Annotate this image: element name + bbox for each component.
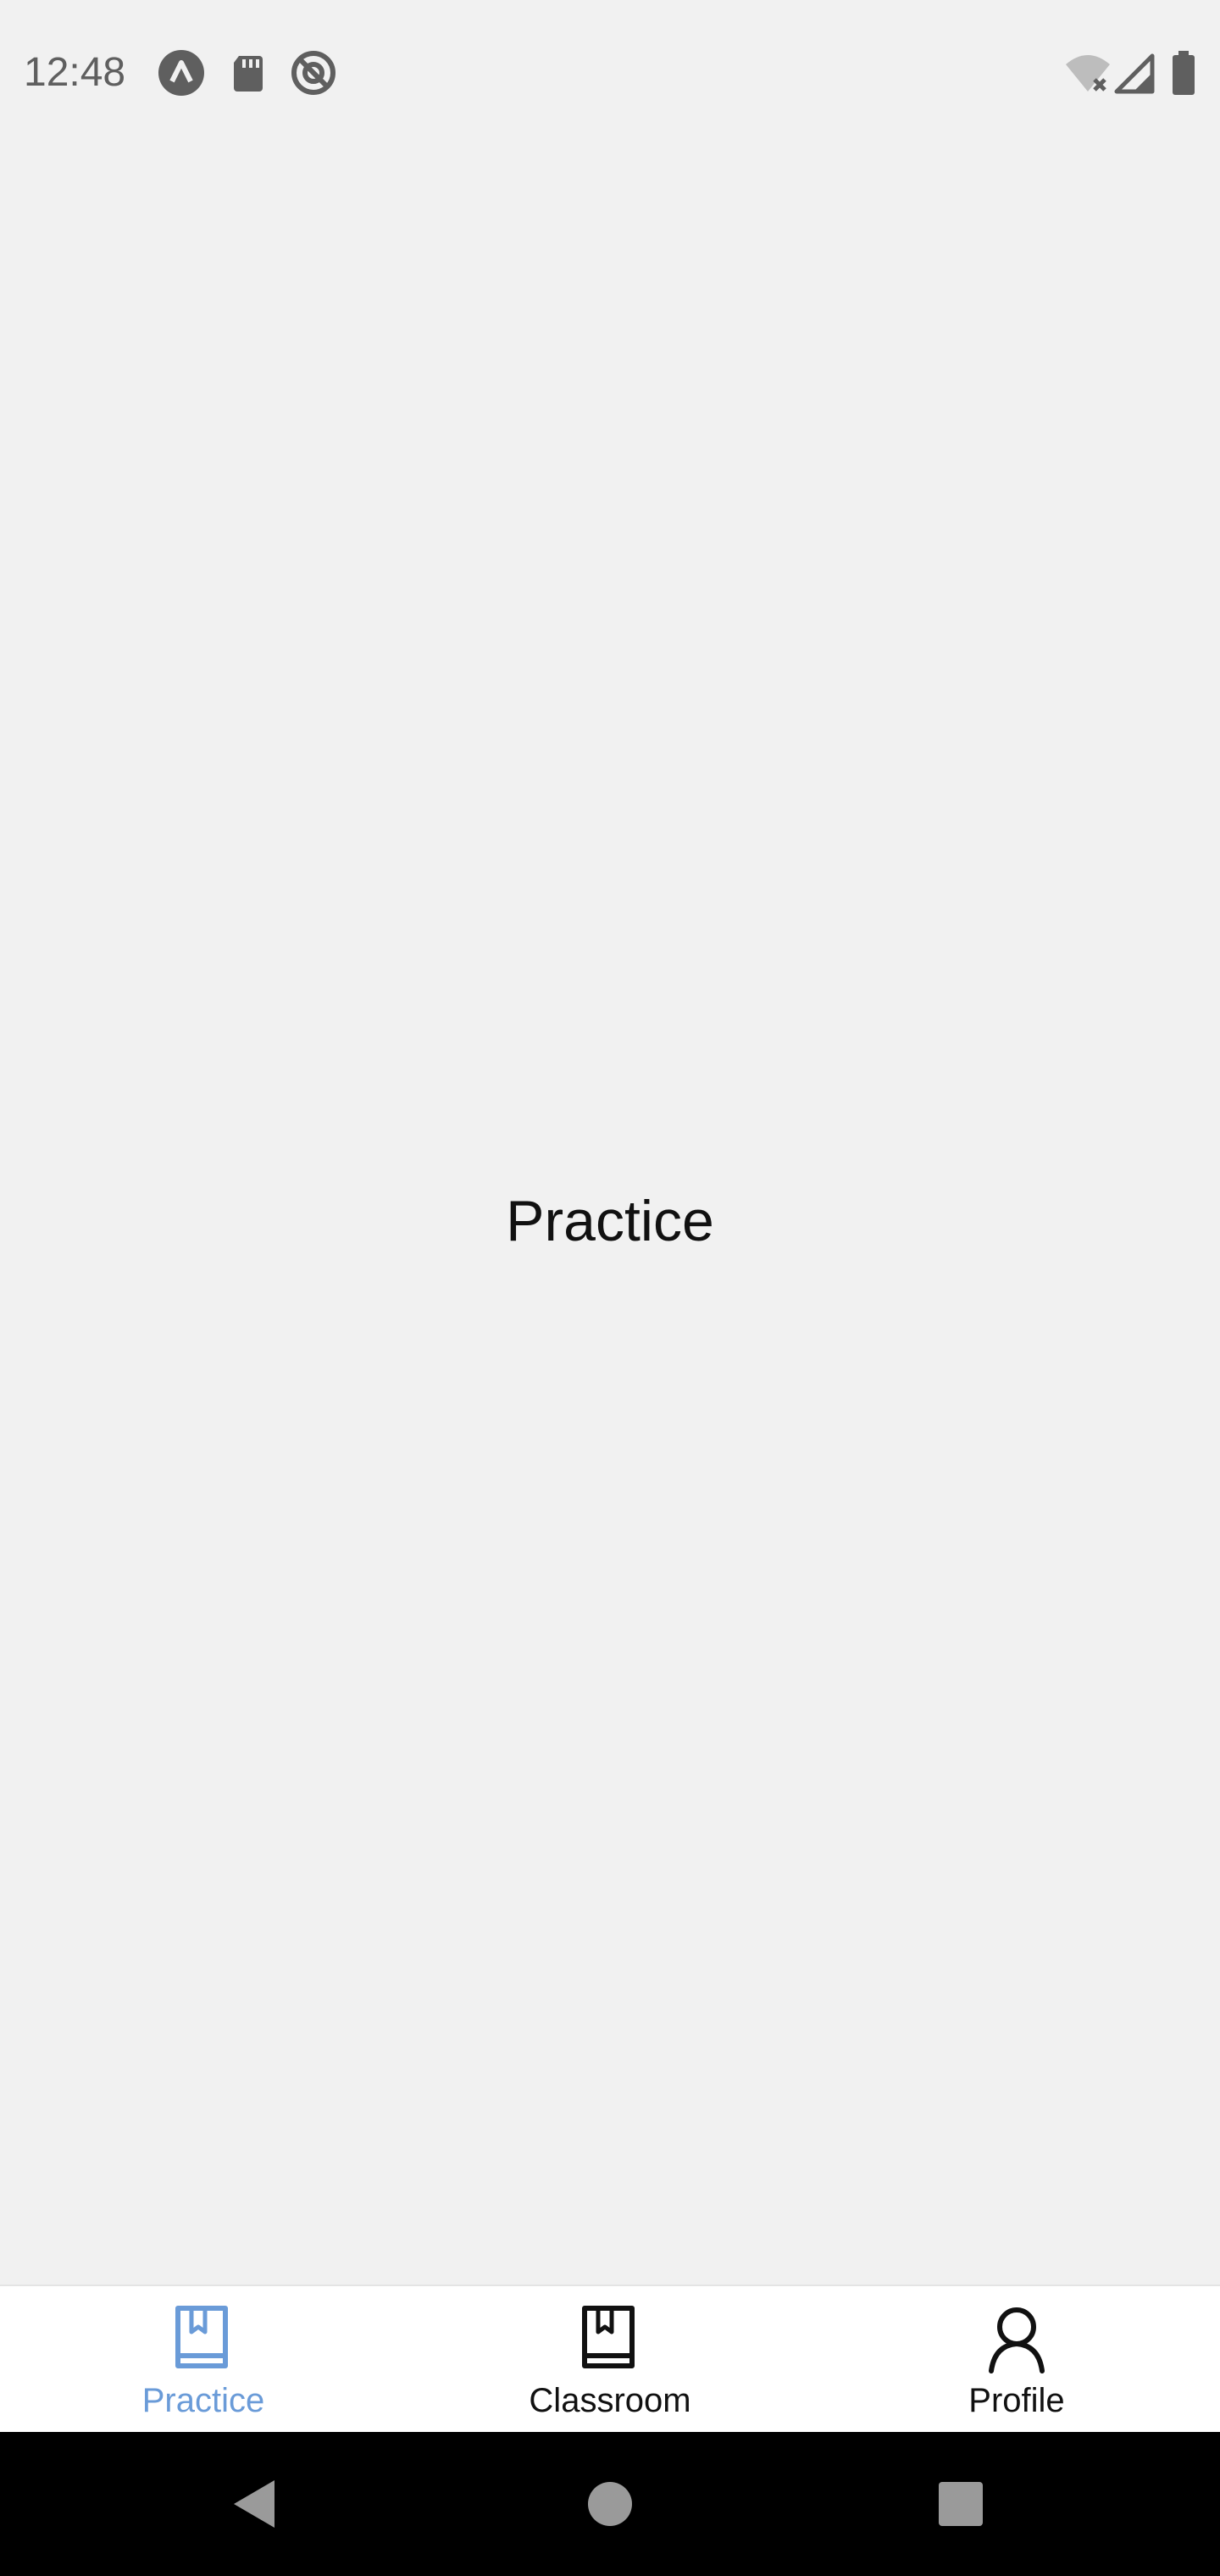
app-notification-icon: [158, 50, 204, 96]
tab-classroom[interactable]: Classroom: [407, 2286, 813, 2432]
do-not-disturb-icon: [291, 51, 336, 95]
recents-button[interactable]: [927, 2470, 995, 2538]
wifi-off-icon: [1066, 55, 1110, 92]
book-icon: [582, 2306, 635, 2368]
bottom-tab-bar: Practice Classroom Profile: [0, 2285, 1220, 2432]
battery-icon: [1173, 51, 1195, 95]
status-time: 12:48: [24, 50, 126, 95]
tab-profile[interactable]: Profile: [813, 2286, 1220, 2432]
tab-label: Profile: [968, 2382, 1065, 2419]
system-nav-bar: [0, 2432, 1220, 2576]
status-bar: 12:48: [0, 0, 1220, 144]
cell-signal-icon: [1114, 53, 1155, 94]
sd-card-icon: [234, 56, 263, 92]
tab-label: Classroom: [529, 2382, 691, 2419]
book-icon: [175, 2306, 228, 2368]
tab-label: Practice: [141, 2382, 265, 2419]
page-title: Practice: [506, 1189, 714, 1253]
tab-practice[interactable]: Practice: [0, 2286, 407, 2432]
back-button[interactable]: [222, 2470, 290, 2538]
home-button[interactable]: [576, 2470, 644, 2538]
main-content: Practice: [0, 144, 1220, 2285]
person-icon: [989, 2307, 1045, 2373]
